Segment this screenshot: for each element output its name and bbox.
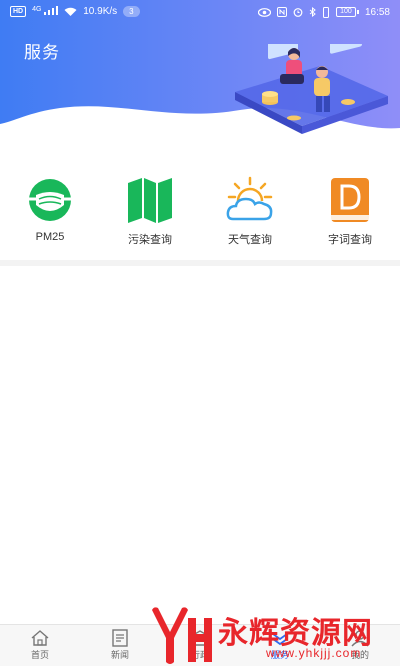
service-item-weather[interactable]: 天气查询 [210, 175, 290, 255]
home-icon [31, 630, 49, 646]
alarm-icon [293, 8, 303, 17]
service-label: 字词查询 [328, 234, 372, 246]
service-label: 污染查询 [128, 234, 172, 246]
eye-icon [257, 7, 271, 17]
service-label: 天气查询 [228, 234, 272, 246]
cell-signal-icon [44, 6, 59, 16]
service-grid: PM25 污染查询 天气查询 字词查询 [0, 175, 400, 255]
vibrate-icon [322, 6, 329, 18]
nfc-icon [276, 7, 287, 17]
watermark-logo-icon [152, 607, 212, 664]
battery-indicator: 100 [335, 7, 359, 17]
watermark: 永辉资源网 www.yhkjjj.com [148, 604, 398, 666]
weather-icon [226, 176, 273, 221]
service-item-pm25[interactable]: PM25 [10, 175, 90, 255]
header-banner: HD 4G 10.9K/s 3 100 16:58 服务 [0, 0, 400, 140]
mask-icon [29, 179, 71, 221]
service-item-pollution[interactable]: 污染查询 [110, 175, 190, 255]
watermark-url: www.yhkjjj.com [266, 646, 362, 660]
dictionary-icon [331, 178, 369, 222]
bluetooth-icon [309, 7, 316, 17]
service-label: PM25 [35, 231, 65, 243]
net-speed: 10.9K/s [83, 6, 118, 18]
page-title: 服务 [24, 43, 60, 62]
notification-count: 3 [123, 6, 140, 18]
hd-badge: HD [10, 6, 27, 18]
wifi-icon [64, 7, 77, 16]
news-icon [112, 629, 128, 647]
service-item-dictionary[interactable]: 字词查询 [310, 175, 390, 255]
map-icon [128, 178, 172, 223]
service-screen: HD 4G 10.9K/s 3 100 16:58 服务 PM25 污染查询 天… [0, 0, 400, 666]
nav-label: 首页 [30, 650, 49, 660]
banner-illustration [235, 44, 388, 134]
nav-item-news[interactable]: 新闻 [90, 629, 150, 665]
section-divider [0, 260, 400, 266]
clock: 16:58 [364, 6, 390, 18]
nav-item-home[interactable]: 首页 [10, 629, 70, 665]
status-bar: HD 4G 10.9K/s 3 100 16:58 [0, 0, 400, 24]
signal-indicator: 4G [32, 6, 59, 18]
nav-label: 新闻 [110, 650, 129, 660]
